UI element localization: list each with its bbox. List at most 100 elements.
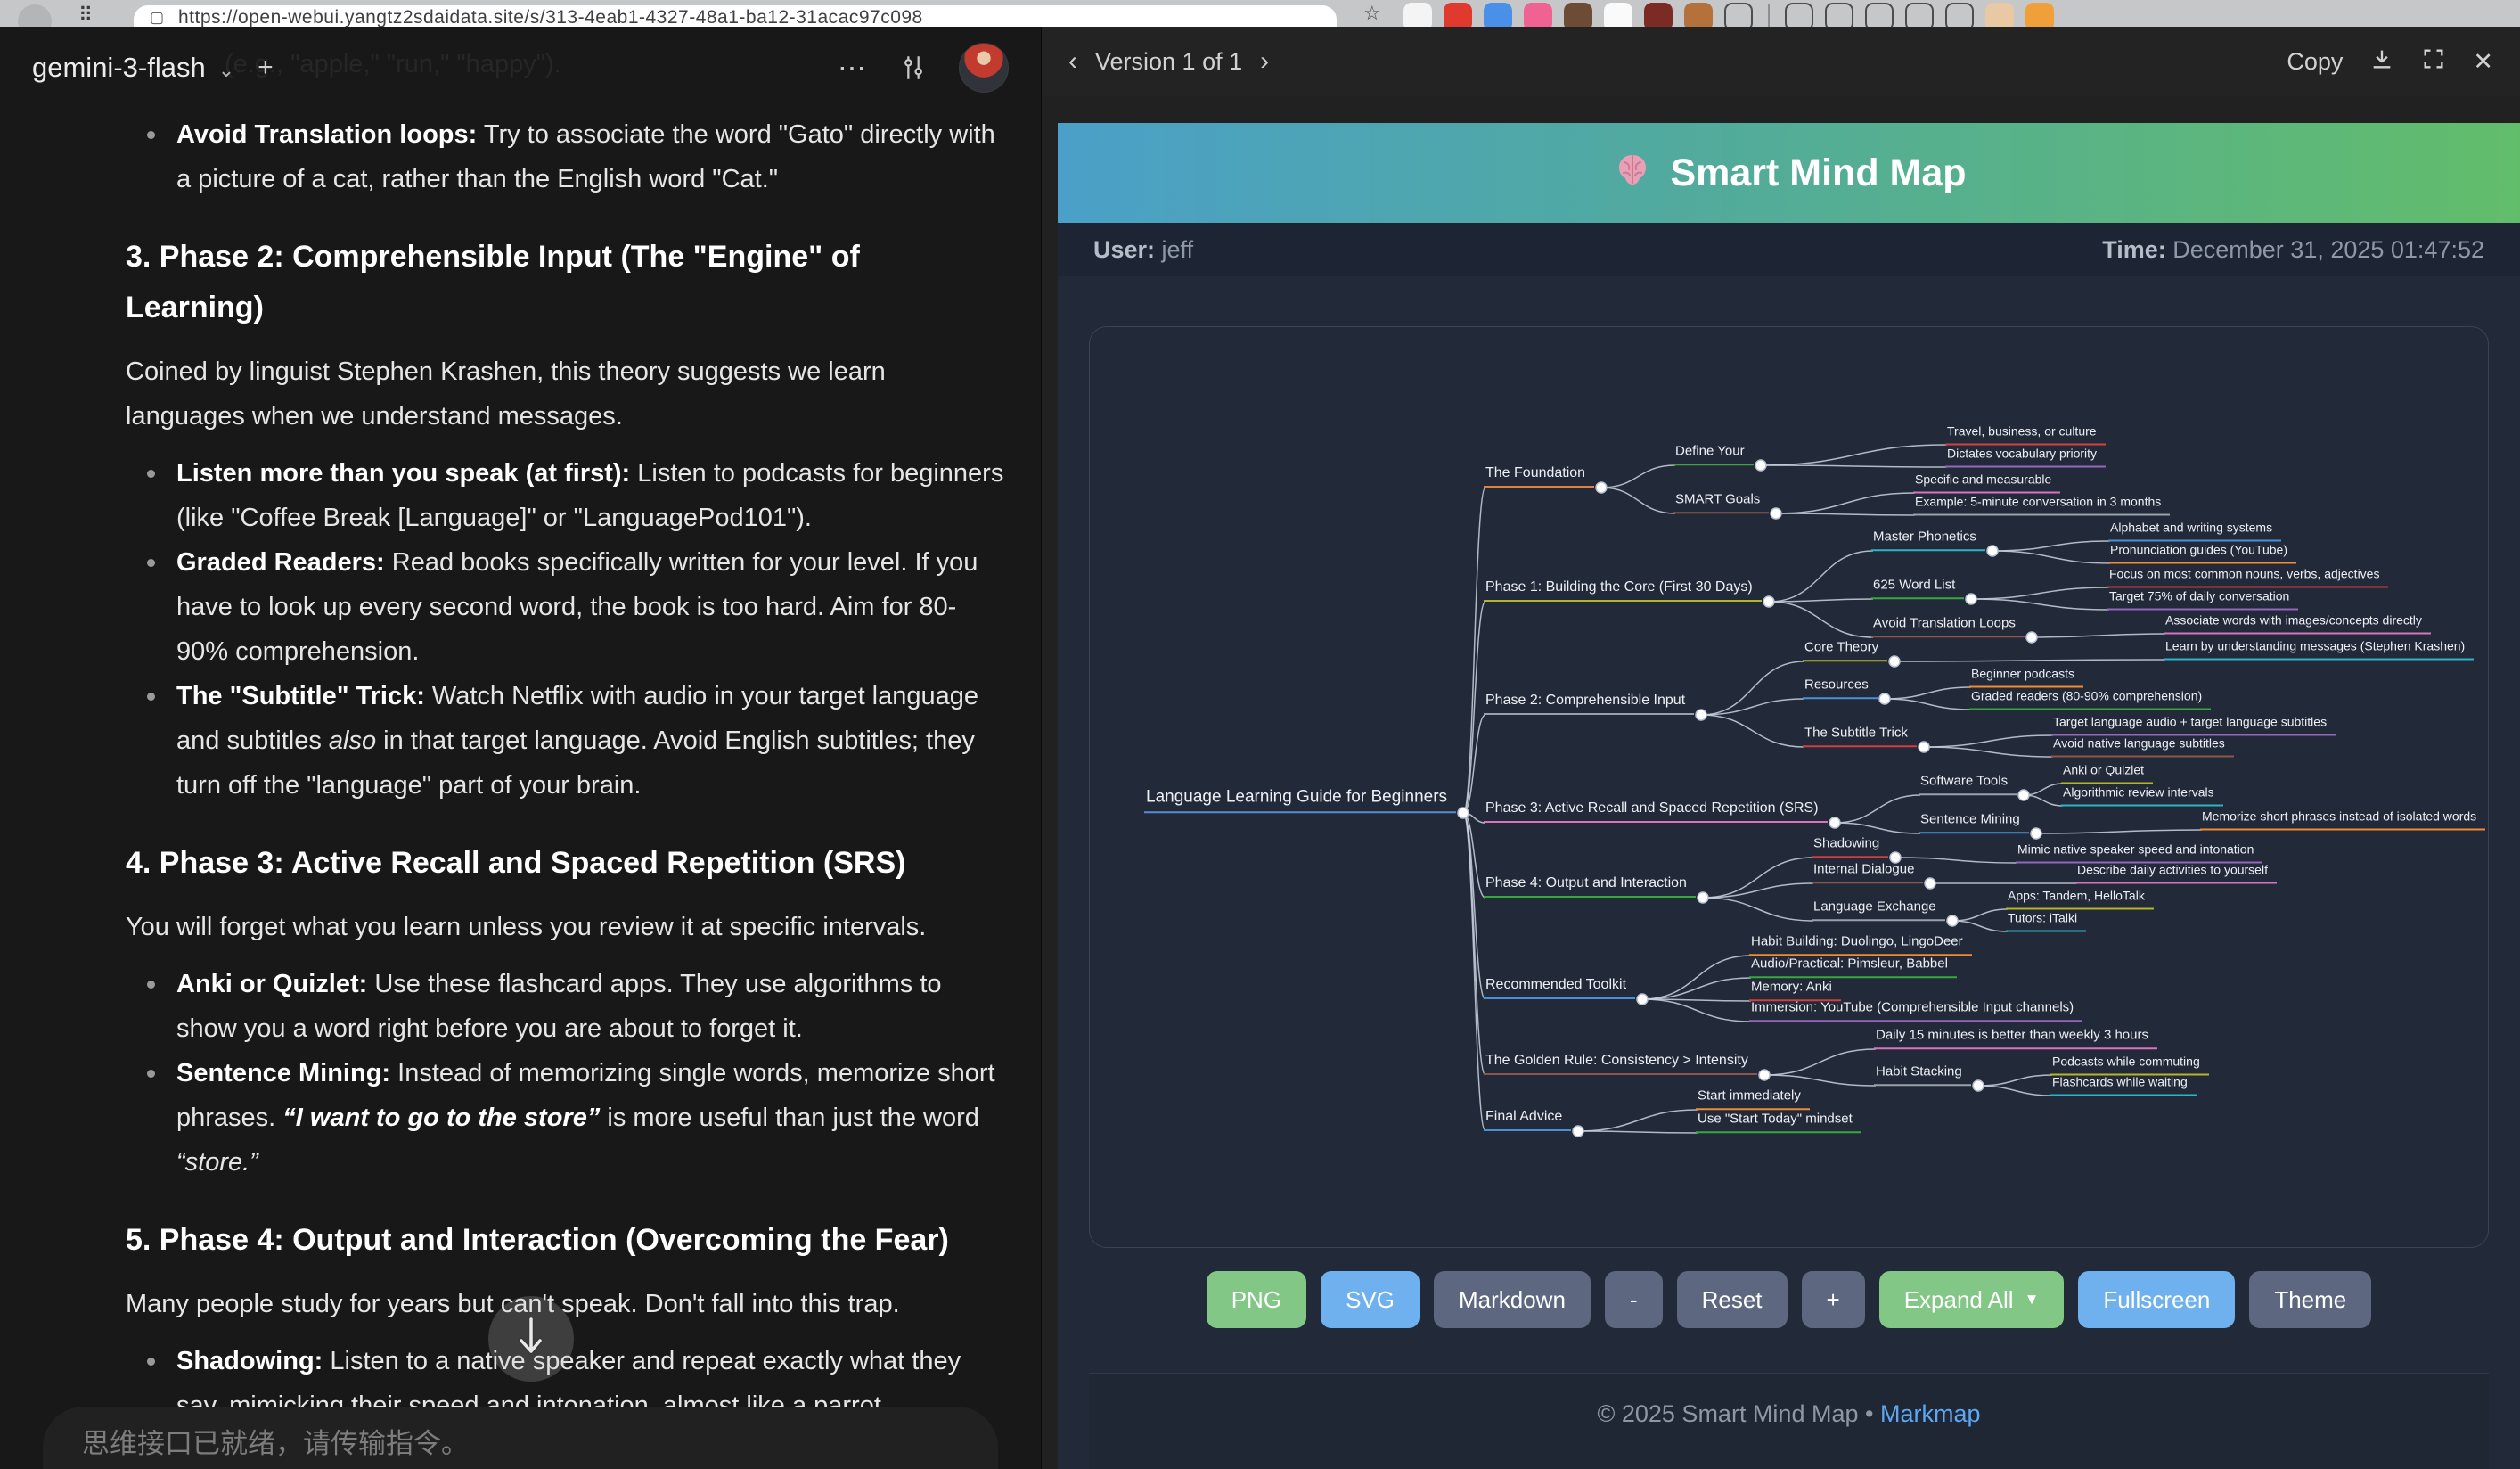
mindmap-node[interactable]: Shadowing <box>1812 835 1888 858</box>
extension-tan[interactable] <box>1684 3 1713 27</box>
mindmap-collapse-circle[interactable] <box>1458 808 1469 818</box>
mindmap-collapse-circle[interactable] <box>1759 1070 1770 1080</box>
mindmap-node[interactable]: Internal Dialogue <box>1812 861 1923 883</box>
mindmap-panel[interactable]: Language Learning Guide for Beginners The… <box>1089 326 2489 1248</box>
browser-profile-circle[interactable] <box>18 4 52 27</box>
mindmap-collapse-circle[interactable] <box>1696 710 1706 720</box>
mindmap-node[interactable]: Define Your <box>1673 443 1754 465</box>
extension-outline-1[interactable] <box>1724 3 1753 27</box>
mindmap-node[interactable]: Avoid Translation Loops <box>1871 615 2025 637</box>
extension-white[interactable] <box>1604 3 1632 27</box>
mindmap-collapse-circle[interactable] <box>1596 482 1607 493</box>
mindmap-node[interactable]: Learn by understanding messages (Stephen… <box>2164 639 2474 661</box>
svg-button[interactable]: SVG <box>1321 1271 1420 1328</box>
--button[interactable]: + <box>1802 1271 1865 1328</box>
mindmap-node[interactable]: Apps: Tandem, HelloTalk <box>2006 889 2154 910</box>
extension-orange[interactable] <box>2025 3 2054 27</box>
mindmap-node[interactable]: Memorize short phrases instead of isolat… <box>2200 809 2485 831</box>
mindmap-node[interactable]: Habit Building: Duolingo, LingoDeer <box>1749 933 1972 956</box>
extension-book[interactable] <box>1644 3 1673 27</box>
markmap-link[interactable]: Markmap <box>1880 1400 1981 1427</box>
model-selector[interactable]: gemini-3-flash <box>32 52 206 84</box>
mindmap-node[interactable]: The Foundation <box>1484 464 1594 488</box>
mindmap-node[interactable]: Phase 3: Active Recall and Spaced Repeti… <box>1484 800 1828 823</box>
mindmap-node[interactable]: Flashcards while waiting <box>2050 1075 2197 1096</box>
extension-panda[interactable] <box>1403 3 1432 27</box>
mindmap-collapse-circle[interactable] <box>1763 596 1774 607</box>
fullscreen-button[interactable]: Fullscreen <box>2078 1271 2235 1328</box>
mindmap-node[interactable]: Associate words with images/concepts dir… <box>2164 613 2431 635</box>
star-icon[interactable]: ☆ <box>1363 2 1381 25</box>
mindmap-node[interactable]: Graded readers (80-90% comprehension) <box>1969 689 2211 710</box>
mindmap-node[interactable]: Language Learning Guide for Beginners <box>1144 786 1456 813</box>
mindmap-node[interactable]: Podcasts while commuting <box>2050 1055 2209 1076</box>
expand-all-button[interactable]: Expand All▼ <box>1879 1271 2065 1328</box>
mindmap-node[interactable]: SMART Goals <box>1673 491 1769 513</box>
previous-version-icon[interactable]: ‹ <box>1068 46 1077 77</box>
mindmap-node[interactable]: Avoid native language subtitles <box>2051 736 2234 758</box>
mindmap-node[interactable]: Specific and measurable <box>1913 472 2060 494</box>
chat-input-bar[interactable] <box>43 1407 998 1469</box>
mindmap-node[interactable]: Audio/Practical: Pimsleur, Babbel <box>1749 956 1957 978</box>
mindmap-collapse-circle[interactable] <box>1637 994 1648 1005</box>
mindmap-node[interactable]: Language Exchange <box>1812 899 1945 921</box>
fullscreen-icon[interactable] <box>2421 46 2446 78</box>
mindmap-node[interactable]: Mimic native speaker speed and intonatio… <box>2016 842 2262 864</box>
extension-outline-3[interactable] <box>1825 3 1853 27</box>
mindmap-collapse-circle[interactable] <box>2018 790 2029 800</box>
extension-outline-4[interactable] <box>1865 3 1894 27</box>
extension-outline-2[interactable] <box>1785 3 1813 27</box>
mindmap-collapse-circle[interactable] <box>1829 817 1840 828</box>
mindmap-node[interactable]: Focus on most common nouns, verbs, adjec… <box>2107 567 2388 588</box>
mindmap-collapse-circle[interactable] <box>1925 878 1935 889</box>
mindmap-node[interactable]: Software Tools <box>1919 773 2017 795</box>
extension-brown[interactable] <box>1564 3 1592 27</box>
mindmap-node[interactable]: 625 Word List <box>1871 577 1964 599</box>
extension-outline-5[interactable] <box>1905 3 1934 27</box>
mindmap-collapse-circle[interactable] <box>1919 742 1929 752</box>
chevron-down-icon[interactable]: ⌄ <box>218 59 234 82</box>
mindmap-node[interactable]: Pronunciation guides (YouTube) <box>2108 543 2296 564</box>
chat-controls-icon[interactable] <box>898 53 929 83</box>
url-text[interactable]: https://open-webui.yangtz2sdaidata.site/… <box>178 7 923 27</box>
mindmap-node[interactable]: Habit Stacking <box>1874 1063 1971 1086</box>
mindmap-node[interactable]: Phase 1: Building the Core (First 30 Day… <box>1484 579 1762 602</box>
mindmap-node[interactable]: Describe daily activities to yourself <box>2075 863 2277 884</box>
mindmap-node[interactable]: Tutors: iTalki <box>2006 911 2086 932</box>
apps-grid-icon[interactable]: ⠿ <box>78 4 102 27</box>
mindmap-node[interactable]: Daily 15 minutes is better than weekly 3… <box>1874 1027 2157 1049</box>
mindmap-node[interactable]: Resources <box>1803 677 1878 699</box>
mindmap-node[interactable]: Phase 4: Output and Interaction <box>1484 874 1696 898</box>
chat-input[interactable] <box>82 1428 959 1460</box>
download-icon[interactable] <box>2369 46 2394 78</box>
mindmap-collapse-circle[interactable] <box>1973 1080 1984 1091</box>
mindmap-collapse-circle[interactable] <box>1771 508 1781 519</box>
markdown-button[interactable]: Markdown <box>1434 1271 1591 1328</box>
mindmap-node[interactable]: Anki or Quizlet <box>2061 763 2153 784</box>
mindmap-node[interactable]: Master Phonetics <box>1871 529 1985 551</box>
png-button[interactable]: PNG <box>1207 1271 1306 1328</box>
profile-avatar[interactable] <box>1985 3 2014 27</box>
mindmap-node[interactable]: The Golden Rule: Consistency > Intensity <box>1484 1052 1757 1075</box>
extension-blue[interactable] <box>1484 3 1512 27</box>
mindmap-node[interactable]: Recommended Toolkit <box>1484 976 1635 999</box>
copy-button[interactable]: Copy <box>2287 48 2343 76</box>
mindmap-node[interactable]: Use "Start Today" mindset <box>1696 1111 1861 1133</box>
mindmap-node[interactable]: Phase 2: Comprehensible Input <box>1484 692 1694 715</box>
user-avatar[interactable] <box>959 43 1009 93</box>
mindmap-collapse-circle[interactable] <box>1755 460 1766 471</box>
address-bar[interactable]: ▢ https://open-webui.yangtz2sdaidata.sit… <box>134 5 1337 27</box>
next-version-icon[interactable]: › <box>1260 46 1269 77</box>
more-options-icon[interactable]: ⋯ <box>838 51 868 85</box>
reset-button[interactable]: Reset <box>1677 1271 1788 1328</box>
mindmap-node[interactable]: Target language audio + target language … <box>2051 715 2336 736</box>
mindmap-node[interactable]: Dictates vocabulary priority <box>1945 447 2106 468</box>
mindmap-node[interactable]: Alphabet and writing systems <box>2108 521 2281 542</box>
mindmap-node[interactable]: Start immediately <box>1696 1087 1810 1110</box>
mindmap-collapse-circle[interactable] <box>1947 915 1958 926</box>
--button[interactable]: - <box>1605 1271 1663 1328</box>
mindmap-node[interactable]: Core Theory <box>1803 639 1887 661</box>
mindmap-canvas[interactable]: Language Learning Guide for Beginners The… <box>1090 327 2488 1247</box>
bookmark-icon[interactable]: ▢ <box>150 9 168 27</box>
mindmap-collapse-circle[interactable] <box>1889 656 1900 667</box>
